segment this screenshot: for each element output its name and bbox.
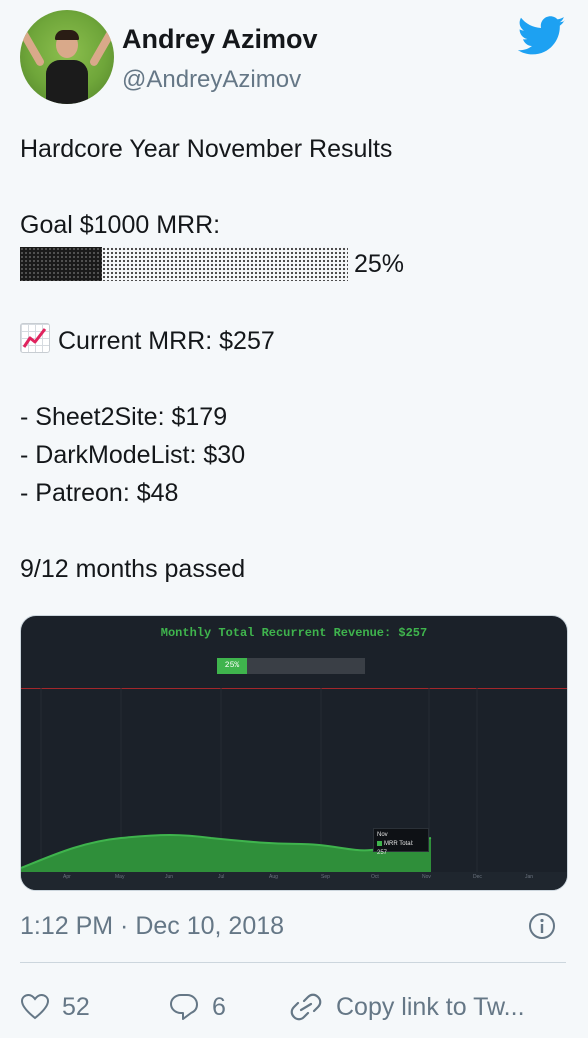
tooltip-value: MRR Total: 257 (377, 841, 414, 856)
user-name[interactable]: Andrey Azimov (122, 24, 318, 55)
list-item: - DarkModeList: $30 (20, 441, 246, 469)
like-count: 52 (62, 992, 90, 1021)
chart-tooltip: Nov MRR Total: 257 (373, 828, 429, 856)
tweet-header: Andrey Azimov @AndreyAzimov (20, 10, 568, 110)
heart-icon (20, 993, 50, 1020)
like-button[interactable]: 52 (20, 985, 90, 1029)
month-label: May (115, 874, 125, 880)
user-handle[interactable]: @AndreyAzimov (122, 66, 301, 94)
month-label: Nov (422, 874, 431, 880)
tweet-title: Hardcore Year November Results (20, 135, 393, 163)
reply-icon (170, 994, 198, 1020)
avatar[interactable] (20, 10, 114, 104)
progress-empty (102, 247, 348, 281)
tweet-actions: 52 6 Copy link to Tw... (20, 985, 580, 1029)
month-label: Jul (218, 874, 225, 880)
reply-button[interactable]: 6 (168, 985, 226, 1029)
tweet-text: Hardcore Year November Results Goal $100… (20, 130, 568, 588)
reply-count: 6 (212, 992, 226, 1021)
link-icon (290, 993, 322, 1021)
month-label: Dec (473, 874, 482, 880)
tweet-timestamp[interactable]: 1:12 PM · Dec 10, 2018 (20, 912, 284, 941)
month-label: Aug (269, 874, 278, 880)
month-label: Sep (321, 874, 330, 880)
month-label: Apr (63, 874, 71, 880)
goal-label: Goal $1000 MRR: (20, 211, 221, 239)
info-icon[interactable] (528, 912, 556, 940)
month-label: Jan (525, 874, 534, 880)
current-mrr-text: Current MRR: $257 (58, 327, 275, 355)
current-mrr: Current MRR: $257 (20, 322, 568, 360)
list-item: - Patreon: $48 (20, 479, 179, 507)
month-label: Oct (371, 874, 379, 880)
copy-link-button[interactable]: Copy link to Tw... (288, 985, 525, 1029)
media-image[interactable]: Monthly Total Recurrent Revenue: $257 25… (20, 615, 568, 891)
divider (20, 962, 566, 963)
twitter-bird-icon[interactable] (518, 16, 566, 56)
chart-increasing-icon (20, 323, 50, 353)
revenue-area-chart (21, 688, 567, 890)
month-label: Jun (165, 874, 174, 880)
copy-link-label: Copy link to Tw... (336, 992, 525, 1021)
list-item: - Sheet2Site: $179 (20, 403, 228, 431)
goal-progress-bar: 25% (20, 244, 568, 284)
progress-filled (20, 247, 102, 281)
months-passed: 9/12 months passed (20, 555, 246, 583)
progress-percent: 25% (354, 250, 405, 278)
revenue-area (21, 835, 431, 872)
tooltip-month: Nov (377, 832, 388, 838)
